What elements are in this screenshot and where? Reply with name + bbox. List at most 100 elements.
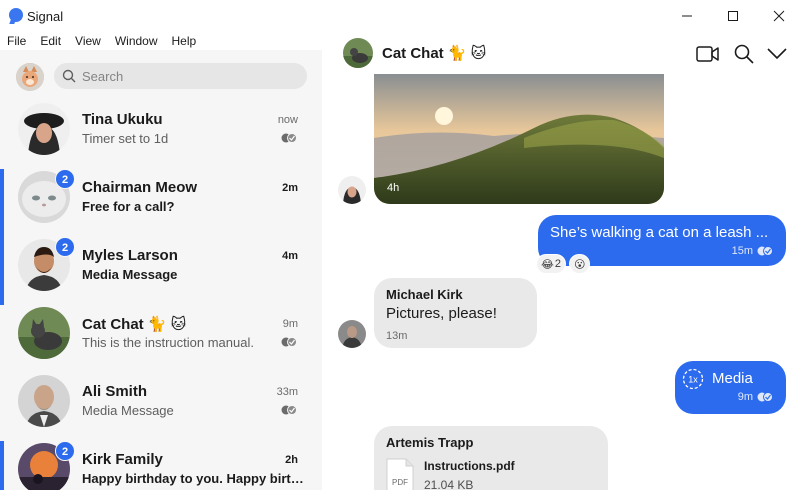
unread-count-badge: 2 xyxy=(55,441,75,461)
sender-avatar[interactable] xyxy=(338,320,366,348)
image-message[interactable]: 4h xyxy=(374,74,664,204)
video-call-button[interactable] xyxy=(695,41,721,67)
sender-avatar[interactable] xyxy=(338,176,366,204)
window-title: Signal xyxy=(27,9,64,24)
unread-count-badge: 2 xyxy=(55,237,75,257)
search-icon xyxy=(734,44,754,64)
message-text: Pictures, please! xyxy=(386,305,497,322)
unread-count-badge: 2 xyxy=(55,169,75,189)
maximize-icon xyxy=(728,11,738,21)
person-photo-icon xyxy=(338,320,366,348)
message-meta: 15m xyxy=(732,245,774,257)
conversation-time: 4m xyxy=(282,250,298,262)
view-once-media-message[interactable]: 1x Media 9m xyxy=(675,361,786,414)
conversation-preview: Timer set to 1d xyxy=(82,131,169,146)
conversation-name: Chairman Meow xyxy=(82,179,198,196)
person-photo-icon xyxy=(338,176,366,204)
menu-edit[interactable]: Edit xyxy=(33,32,68,50)
conversation-name: Tina Ukuku xyxy=(82,111,163,128)
conversation-item[interactable]: 2 Chairman Meow Free for a call? 2m xyxy=(0,169,322,237)
message-timeline: 4h She’s walking a cat on a leash ... 15… xyxy=(322,74,804,490)
conversation-time: 33m xyxy=(276,386,298,398)
avatar xyxy=(18,103,70,155)
menu-view[interactable]: View xyxy=(68,32,108,50)
conversation-item[interactable]: Cat Chat 🐈 🐱 This is the instruction man… xyxy=(0,305,322,373)
file-name: Instructions.pdf xyxy=(424,459,515,473)
menu-file[interactable]: File xyxy=(0,32,33,50)
read-receipt-icon xyxy=(757,246,773,256)
conversation-preview: Media Message xyxy=(82,267,178,282)
chat-title[interactable]: Cat Chat 🐈 🐱 xyxy=(382,44,486,62)
conversation-name: Ali Smith xyxy=(82,383,148,400)
signal-logo-icon xyxy=(9,8,23,22)
conversation-item[interactable]: Ali Smith Media Message 33m xyxy=(0,373,322,441)
conversation-preview: Free for a call? xyxy=(82,199,175,214)
read-receipt-icon xyxy=(281,337,297,347)
conversation-time: 2h xyxy=(285,454,298,466)
minimize-button[interactable] xyxy=(664,0,710,32)
menu-help[interactable]: Help xyxy=(165,32,204,50)
maximize-button[interactable] xyxy=(710,0,756,32)
conversation-item[interactable]: 2 Kirk Family Happy birthday to you. Hap… xyxy=(0,441,322,490)
chat-header: Cat Chat 🐈 🐱 xyxy=(322,32,804,74)
file-size: 21.04 KB xyxy=(424,478,474,490)
incoming-message[interactable]: Michael Kirk Pictures, please! 13m xyxy=(374,278,537,348)
menu-window[interactable]: Window xyxy=(108,32,165,50)
reactions-bar[interactable]: 😂 2 😮 xyxy=(536,254,591,274)
reaction-laugh[interactable]: 😂 2 xyxy=(536,254,566,274)
my-profile-avatar[interactable] xyxy=(16,63,44,91)
chat-avatar[interactable] xyxy=(343,38,373,68)
conversation-preview: This is the instruction manual. xyxy=(82,335,254,350)
conversation-item[interactable]: 2 Myles Larson Media Message 4m xyxy=(0,237,322,305)
title-bar: Signal xyxy=(0,0,804,32)
conversation-time: 2m xyxy=(282,182,298,194)
message-meta: 9m xyxy=(738,391,774,403)
video-camera-icon xyxy=(696,46,719,62)
avatar xyxy=(18,307,70,359)
laugh-emoji-icon: 😂 xyxy=(541,258,554,271)
message-text: Media xyxy=(712,370,753,387)
cat-avatar-icon xyxy=(16,63,44,91)
more-options-button[interactable] xyxy=(764,41,790,67)
file-type-label: PDF xyxy=(392,478,408,487)
conversation-preview: Happy birthday to you. Happy birthday to… xyxy=(82,471,304,486)
close-icon xyxy=(773,10,785,22)
surprised-emoji-icon: 😮 xyxy=(573,258,586,271)
search-input[interactable] xyxy=(82,63,297,89)
minimize-icon xyxy=(682,15,692,17)
conversation-item[interactable]: Tina Ukuku Timer set to 1d now xyxy=(0,101,322,169)
person-photo-icon xyxy=(18,375,70,427)
conversation-preview: Media Message xyxy=(82,403,174,418)
conversation-list: Tina Ukuku Timer set to 1d now 2 Chairma… xyxy=(0,101,322,490)
search-chat-button[interactable] xyxy=(731,41,757,67)
conversation-sidebar: Tina Ukuku Timer set to 1d now 2 Chairma… xyxy=(0,50,322,490)
view-once-badge: 1x xyxy=(688,375,698,385)
conversation-name: Cat Chat 🐈 🐱 xyxy=(82,316,187,333)
conversation-time: 9m xyxy=(282,318,298,330)
read-receipt-icon xyxy=(281,405,297,415)
message-text: She’s walking a cat on a leash ... xyxy=(550,224,769,241)
search-box[interactable] xyxy=(54,63,307,89)
incoming-file-message[interactable]: Artemis Trapp PDF Instructions.pdf 21.04… xyxy=(374,426,608,490)
read-receipt-icon xyxy=(281,133,297,143)
chevron-down-icon xyxy=(767,48,787,60)
message-time: 13m xyxy=(386,330,408,342)
person-photo-icon xyxy=(18,103,70,155)
conversation-name: Myles Larson xyxy=(82,247,178,264)
avatar xyxy=(18,375,70,427)
cat-photo-icon xyxy=(18,307,70,359)
cat-photo-icon xyxy=(343,38,373,68)
message-author: Artemis Trapp xyxy=(386,435,474,450)
menu-bar: File Edit View Window Help xyxy=(0,32,322,50)
close-button[interactable] xyxy=(756,0,802,32)
read-receipt-icon xyxy=(757,392,773,402)
conversation-name: Kirk Family xyxy=(82,451,163,468)
conversation-time: now xyxy=(277,114,298,126)
reaction-count: 2 xyxy=(554,258,561,270)
message-author: Michael Kirk xyxy=(386,287,463,302)
landscape-photo xyxy=(374,74,664,204)
reaction-surprised[interactable]: 😮 xyxy=(568,254,591,274)
view-once-icon: 1x xyxy=(682,368,704,390)
message-time: 4h xyxy=(387,182,400,194)
message-time: 9m xyxy=(737,391,753,403)
